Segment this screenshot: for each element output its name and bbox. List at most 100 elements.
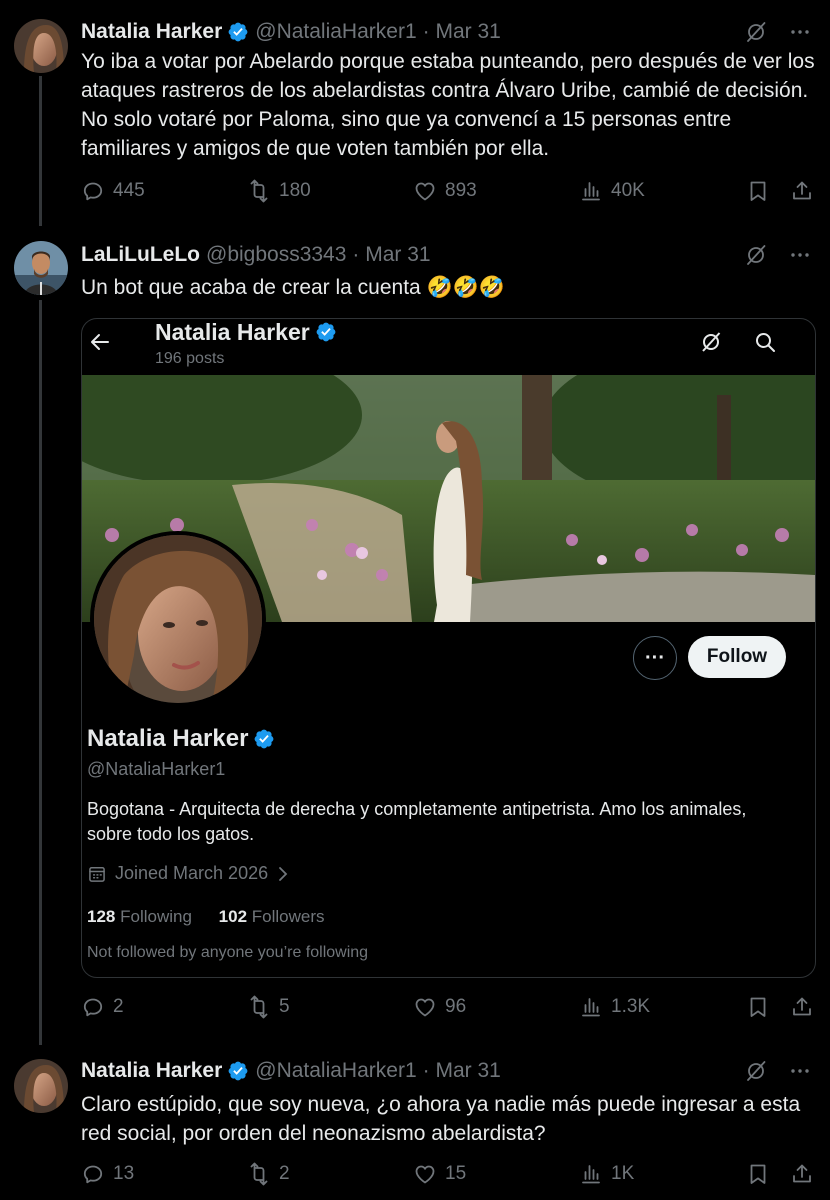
- share-button[interactable]: [790, 179, 814, 203]
- chevron-right-icon: [279, 866, 288, 881]
- verified-badge-icon: [253, 728, 275, 750]
- views-button[interactable]: 1.3K: [579, 995, 650, 1019]
- author-handle[interactable]: @NataliaHarker1: [255, 1059, 416, 1083]
- grok-icon[interactable]: [744, 1059, 768, 1083]
- share-icon: [790, 1162, 814, 1186]
- author-name[interactable]: Natalia Harker: [81, 1059, 222, 1083]
- author-handle[interactable]: @NataliaHarker1: [255, 20, 416, 44]
- like-button[interactable]: 893: [413, 179, 477, 203]
- views-button[interactable]: 40K: [579, 179, 645, 203]
- bookmark-button[interactable]: [746, 179, 770, 203]
- tweet[interactable]: Natalia Harker @NataliaHarker1 · Mar 31 …: [0, 0, 830, 230]
- tweet-text: Un bot que acaba de crear la cuenta 🤣🤣🤣: [81, 276, 506, 299]
- profile-name: Natalia Harker: [87, 725, 249, 752]
- reply-count: 2: [113, 996, 124, 1017]
- profile-bio: Bogotana - Arquitecta de derecha y compl…: [87, 799, 747, 844]
- like-count: 893: [445, 180, 477, 201]
- reply-icon: [81, 179, 105, 203]
- more-icon[interactable]: [788, 243, 812, 267]
- bookmark-icon: [746, 995, 770, 1019]
- repost-icon: [247, 995, 271, 1019]
- tweet-text: Yo iba a votar por Abelardo porque estab…: [81, 50, 815, 160]
- profile-handle: @NataliaHarker1: [87, 759, 226, 779]
- bookmark-icon: [746, 179, 770, 203]
- views-icon: [579, 1162, 603, 1186]
- tweet-text: Claro estúpido, que soy nueva, ¿o ahora …: [81, 1093, 801, 1145]
- reply-button[interactable]: 445: [81, 179, 145, 203]
- reply-icon: [81, 995, 105, 1019]
- timestamp[interactable]: · Mar 31: [423, 1059, 501, 1083]
- views-icon: [579, 179, 603, 203]
- followers-stat[interactable]: 102 Followers: [219, 907, 325, 926]
- view-count: 40K: [611, 180, 645, 201]
- repost-count: 180: [279, 180, 311, 201]
- verified-badge-icon: [227, 1060, 249, 1082]
- bookmark-icon: [746, 1162, 770, 1186]
- repost-button[interactable]: 180: [247, 179, 311, 203]
- repost-count: 2: [279, 1163, 290, 1184]
- tweet[interactable]: Natalia Harker @NataliaHarker1 · Mar 31 …: [0, 1040, 830, 1200]
- reply-button[interactable]: 13: [81, 1162, 134, 1186]
- repost-count: 5: [279, 996, 290, 1017]
- profile-screenshot-card[interactable]: Natalia Harker 196 posts ··· Follow Nata…: [81, 318, 816, 978]
- avatar[interactable]: [14, 19, 68, 73]
- repost-button[interactable]: 2: [247, 1162, 290, 1186]
- grok-icon[interactable]: [744, 20, 768, 44]
- view-count: 1.3K: [611, 996, 651, 1017]
- follow-button[interactable]: Follow: [688, 636, 786, 678]
- verified-badge-icon: [227, 21, 249, 43]
- followers-label: Followers: [251, 907, 325, 926]
- timestamp[interactable]: · Mar 31: [423, 20, 501, 44]
- repost-icon: [247, 1162, 271, 1186]
- heart-icon: [413, 179, 437, 203]
- more-icon: ···: [645, 646, 665, 669]
- verified-badge-icon: [315, 321, 337, 343]
- following-label: Following: [120, 907, 192, 926]
- avatar[interactable]: [14, 241, 68, 295]
- share-button[interactable]: [790, 995, 814, 1019]
- timestamp[interactable]: · Mar 31: [352, 243, 430, 267]
- heart-icon: [413, 1162, 437, 1186]
- share-button[interactable]: [790, 1162, 814, 1186]
- bookmark-button[interactable]: [746, 1162, 770, 1186]
- like-button[interactable]: 96: [413, 995, 466, 1019]
- reply-count: 13: [113, 1163, 135, 1184]
- repost-icon: [247, 179, 271, 203]
- like-count: 96: [445, 996, 467, 1017]
- following-stat[interactable]: 128 Following: [87, 907, 192, 926]
- like-button[interactable]: 15: [413, 1162, 466, 1186]
- author-name[interactable]: Natalia Harker: [81, 20, 222, 44]
- not-followed-notice: Not followed by anyone you’re following: [87, 944, 369, 961]
- profile-more-button[interactable]: ···: [633, 636, 677, 680]
- view-count: 1K: [611, 1163, 635, 1184]
- views-button[interactable]: 1K: [579, 1162, 634, 1186]
- profile-header-name: Natalia Harker: [155, 318, 310, 345]
- heart-icon: [413, 995, 437, 1019]
- grok-icon[interactable]: [744, 243, 768, 267]
- joined-text: Joined March 2026: [115, 863, 269, 883]
- calendar-icon: [87, 864, 107, 884]
- share-icon: [790, 179, 814, 203]
- post-count: 196 posts: [155, 350, 225, 367]
- reply-icon: [81, 1162, 105, 1186]
- followers-count: 102: [218, 907, 248, 926]
- repost-button[interactable]: 5: [247, 995, 290, 1019]
- avatar[interactable]: [14, 1059, 68, 1113]
- views-icon: [579, 995, 603, 1019]
- more-icon[interactable]: [788, 1059, 812, 1083]
- reply-count: 445: [113, 180, 145, 201]
- author-handle[interactable]: @bigboss3343: [206, 243, 346, 267]
- profile-header-bar: Natalia Harker 196 posts: [82, 319, 815, 375]
- joined-date[interactable]: Joined March 2026: [87, 863, 290, 884]
- bookmark-button[interactable]: [746, 995, 770, 1019]
- profile-avatar[interactable]: [90, 531, 266, 707]
- share-icon: [790, 995, 814, 1019]
- search-icon[interactable]: [753, 330, 777, 354]
- author-name[interactable]: LaLiLuLeLo: [81, 243, 200, 267]
- like-count: 15: [445, 1163, 467, 1184]
- more-icon[interactable]: [788, 20, 812, 44]
- following-count: 128: [87, 907, 116, 926]
- grok-icon[interactable]: [699, 330, 723, 354]
- reply-button[interactable]: 2: [81, 995, 124, 1019]
- back-arrow-icon[interactable]: [88, 330, 112, 354]
